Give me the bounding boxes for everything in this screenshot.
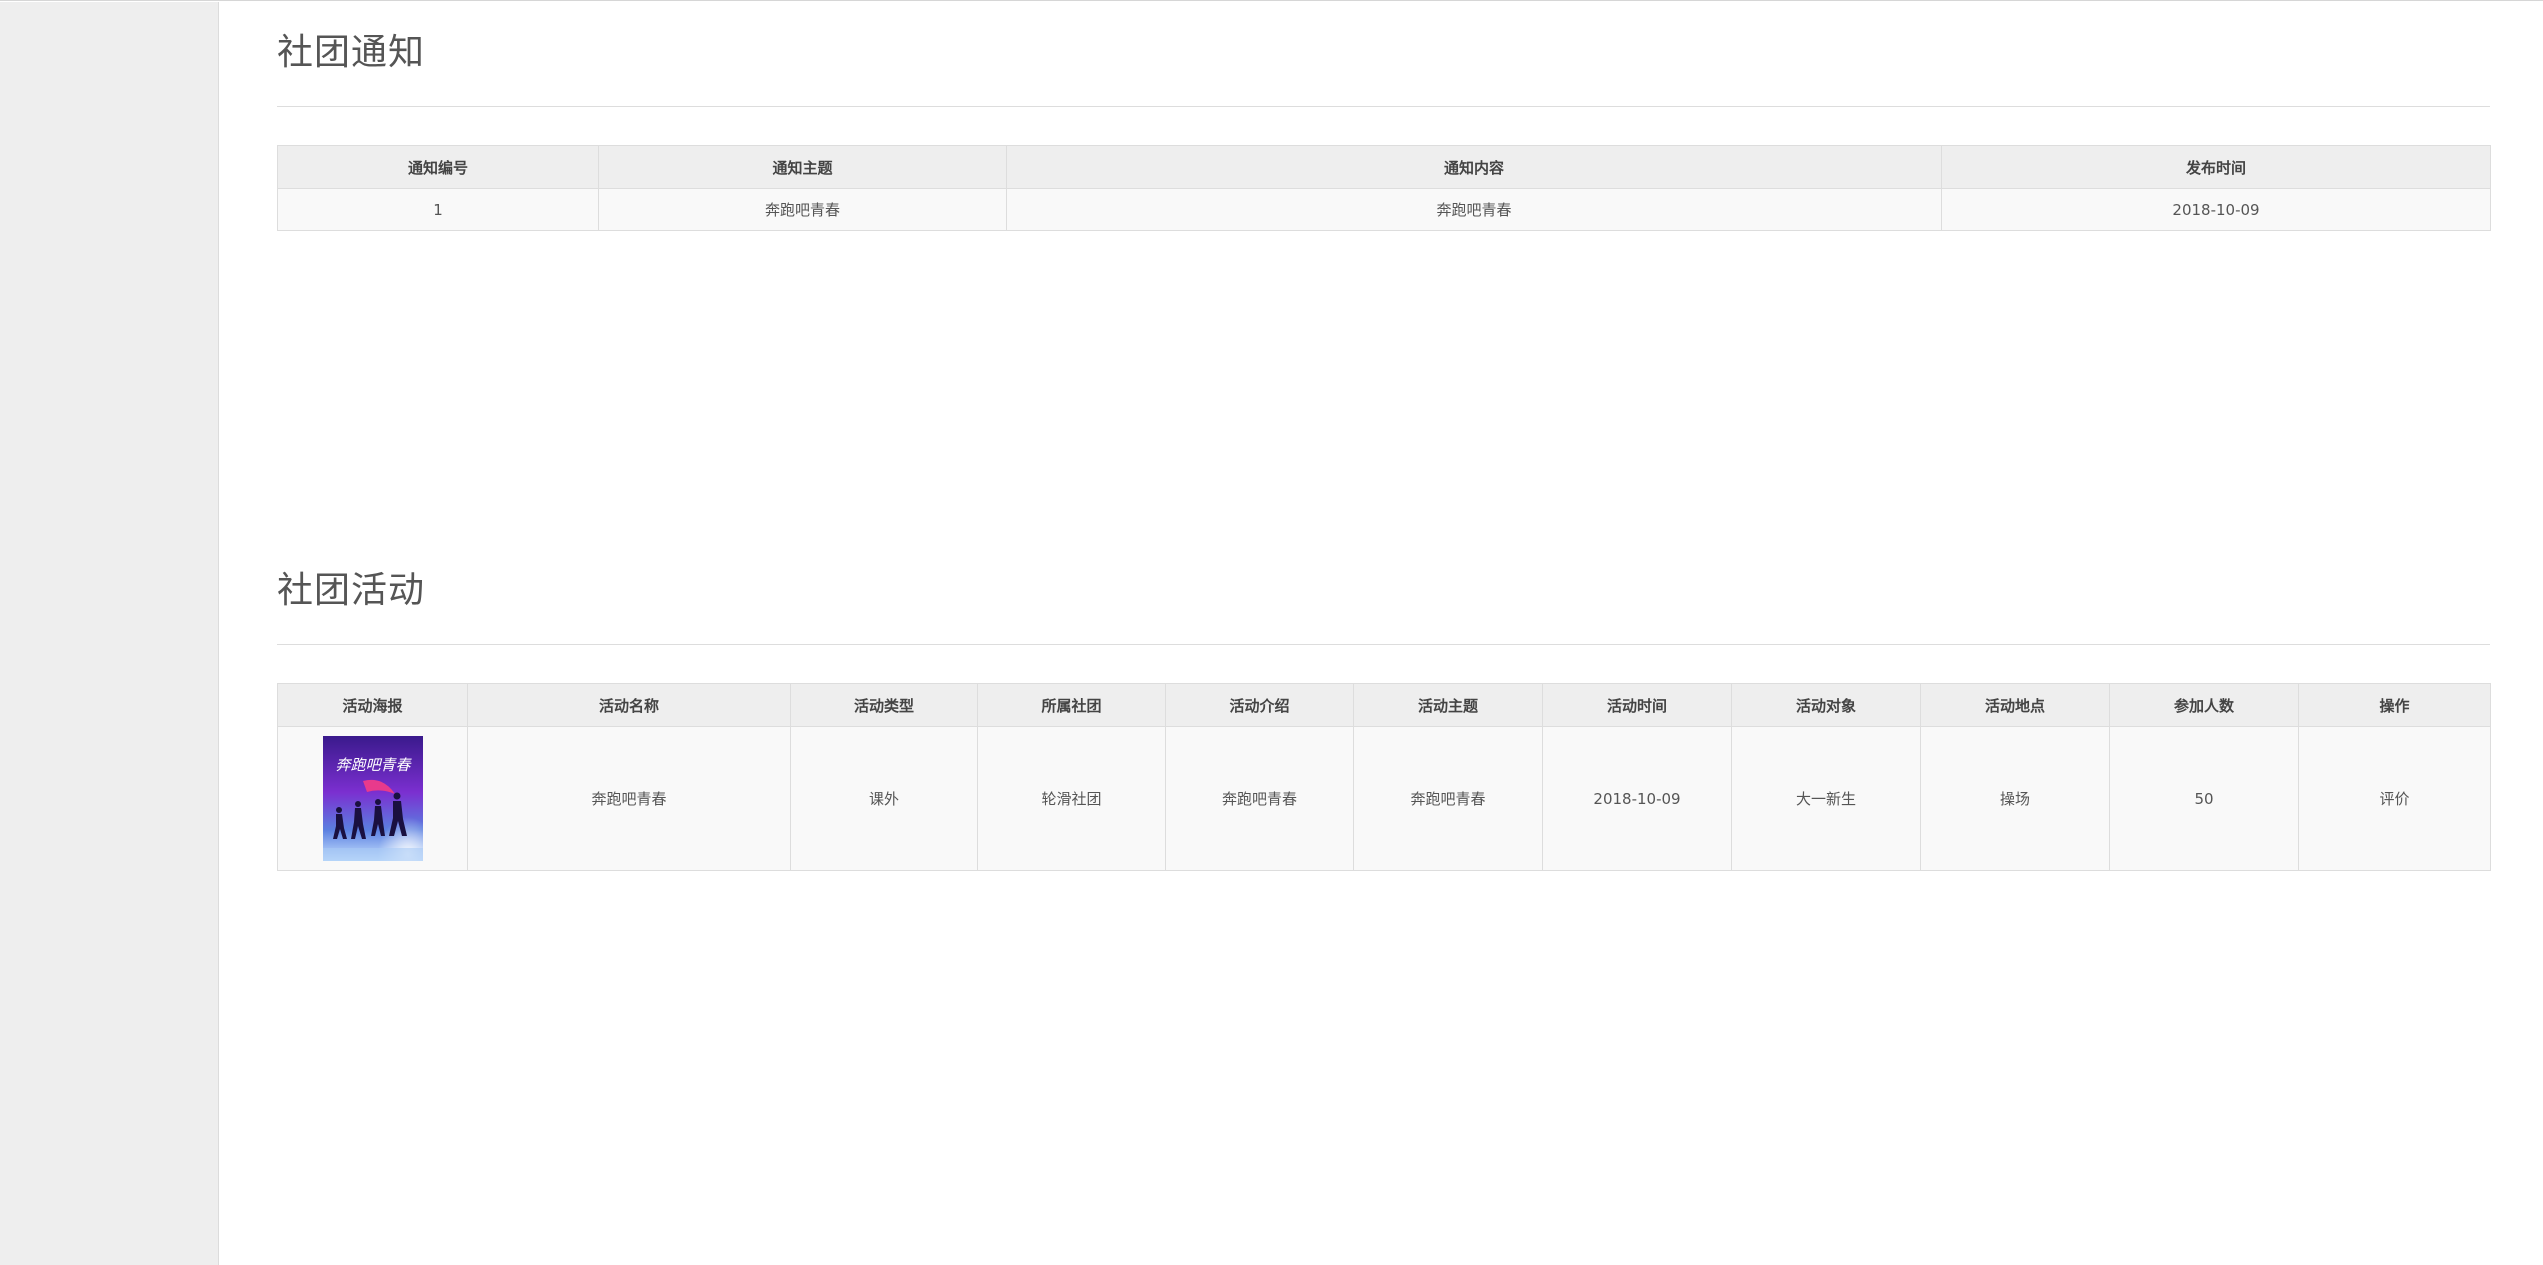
col-theme: 活动主题 <box>1353 683 1543 727</box>
notice-section-title: 社团通知 <box>277 32 426 73</box>
activity-target-cell: 大一新生 <box>1731 726 1921 871</box>
activity-table: 活动海报 活动名称 活动类型 所属社团 活动介绍 活动主题 活动时间 活动对象 … <box>277 683 2491 871</box>
table-row[interactable]: 1 奔跑吧青春 奔跑吧青春 2018-10-09 <box>277 188 2491 231</box>
activity-theme-cell: 奔跑吧青春 <box>1353 726 1543 871</box>
col-club: 所属社团 <box>977 683 1166 727</box>
activity-type-cell: 课外 <box>790 726 978 871</box>
col-name: 活动名称 <box>467 683 791 727</box>
notice-section: 社团通知 <box>277 35 2490 71</box>
activity-intro-cell: 奔跑吧青春 <box>1165 726 1354 871</box>
col-poster: 活动海报 <box>277 683 468 727</box>
col-action: 操作 <box>2298 683 2491 727</box>
col-notice-content: 通知内容 <box>1006 145 1942 189</box>
col-intro: 活动介绍 <box>1165 683 1354 727</box>
notice-table: 通知编号 通知主题 通知内容 发布时间 1 奔跑吧青春 奔跑吧青春 2018-1… <box>277 145 2491 231</box>
page-frame: 社团通知 通知编号 通知主题 通知内容 发布时间 1 奔跑吧青春 奔跑吧青春 2… <box>0 0 2543 1265</box>
col-time: 活动时间 <box>1542 683 1732 727</box>
notice-divider <box>277 106 2490 107</box>
activity-time-cell: 2018-10-09 <box>1542 726 1732 871</box>
activity-location-cell: 操场 <box>1920 726 2110 871</box>
notice-subject-cell: 奔跑吧青春 <box>598 188 1007 231</box>
col-count: 参加人数 <box>2109 683 2299 727</box>
table-row[interactable]: 奔跑吧青春 奔跑吧青春 课外 轮滑社团 奔跑吧青春 奔跑吧青春 2018-10-… <box>277 726 2491 871</box>
activity-count-cell: 50 <box>2109 726 2299 871</box>
activity-poster-image[interactable]: 奔跑吧青春 <box>322 736 423 861</box>
activity-section: 社团活动 <box>277 573 2490 609</box>
activity-section-title: 社团活动 <box>277 570 426 611</box>
notice-table-header: 通知编号 通知主题 通知内容 发布时间 <box>277 145 2491 189</box>
col-target: 活动对象 <box>1731 683 1921 727</box>
activity-divider <box>277 644 2490 645</box>
col-notice-subject: 通知主题 <box>598 145 1007 189</box>
notice-date-cell: 2018-10-09 <box>1941 188 2491 231</box>
notice-content-cell: 奔跑吧青春 <box>1006 188 1942 231</box>
evaluate-link[interactable]: 评价 <box>2298 726 2491 871</box>
col-type: 活动类型 <box>790 683 978 727</box>
activity-table-header: 活动海报 活动名称 活动类型 所属社团 活动介绍 活动主题 活动时间 活动对象 … <box>277 683 2491 727</box>
poster-cell: 奔跑吧青春 <box>277 726 468 871</box>
notice-id-cell: 1 <box>277 188 599 231</box>
col-notice-id: 通知编号 <box>277 145 599 189</box>
sidebar <box>0 2 219 1265</box>
activity-club-cell: 轮滑社团 <box>977 726 1166 871</box>
col-location: 活动地点 <box>1920 683 2110 727</box>
col-notice-date: 发布时间 <box>1941 145 2491 189</box>
poster-title: 奔跑吧青春 <box>335 756 412 774</box>
activity-name-cell: 奔跑吧青春 <box>467 726 791 871</box>
